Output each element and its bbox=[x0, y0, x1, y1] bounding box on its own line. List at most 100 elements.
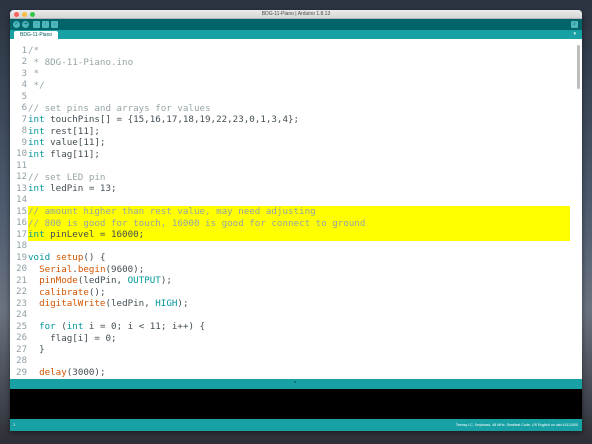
code-lines: 1/* 2 * 8DG-11-Piano.ino 3 * 4 */5 6// set p… bbox=[10, 45, 570, 402]
code-line[interactable]: 2 * 8DG-11-Piano.ino bbox=[10, 57, 570, 69]
line-number: 10 bbox=[16, 149, 27, 160]
code-line[interactable]: 1/* bbox=[10, 45, 570, 57]
code-line[interactable]: 20 Serial.begin(9600); bbox=[10, 264, 570, 276]
arduino-ide-window: BDG-11-Piano | Arduino 1.8.13 ✓ ➔ ▫ ↑ ↓ … bbox=[10, 10, 582, 431]
code-line[interactable]: 14 bbox=[10, 195, 570, 207]
code-text: void setup() { bbox=[28, 252, 106, 264]
title-bar: BDG-11-Piano | Arduino 1.8.13 bbox=[10, 10, 582, 19]
verify-button[interactable]: ✓ bbox=[13, 21, 20, 28]
code-line[interactable]: 13 int ledPin = 13; bbox=[10, 183, 570, 195]
code-line[interactable]: 12// set LED pin bbox=[10, 172, 570, 184]
new-file-icon: ▫ bbox=[35, 21, 38, 27]
code-line[interactable]: 17 int pinLevel = 16000; bbox=[10, 229, 570, 241]
code-text: flag[i] = 0; bbox=[28, 332, 117, 344]
arrow-right-icon: ➔ bbox=[23, 21, 28, 27]
code-text: int touchPins[] = {15,16,17,18,19,22,23,… bbox=[28, 114, 300, 126]
code-line[interactable]: 27 } bbox=[10, 344, 570, 356]
code-text: * 8DG-11-Piano.ino bbox=[28, 56, 134, 68]
tab-bdg-11-piano[interactable]: BDG-11-Piano bbox=[14, 31, 59, 39]
line-number: 8 bbox=[21, 126, 27, 137]
code-text: * bbox=[28, 68, 40, 80]
code-text: /* bbox=[28, 45, 40, 57]
code-line[interactable]: 9 int value[11]; bbox=[10, 137, 570, 149]
code-line[interactable]: 16// 800 is good for touch, 16000 is goo… bbox=[10, 217, 570, 229]
line-number: 17 bbox=[10, 229, 28, 240]
line-number: 20 bbox=[16, 264, 27, 275]
code-line[interactable]: 6// set pins and arrays for values bbox=[10, 103, 570, 115]
arrow-up-icon: ↑ bbox=[44, 21, 47, 27]
line-number: 19 bbox=[16, 252, 27, 263]
code-line[interactable]: 23 digitalWrite(ledPin, HIGH); bbox=[10, 298, 570, 310]
code-line[interactable]: 4 */ bbox=[10, 80, 570, 92]
status-bar: 1 Teensy LC, Keyboard, 48 MHz, Smallest … bbox=[10, 419, 582, 431]
line-number: 24 bbox=[16, 310, 27, 321]
board-info: Teensy LC, Keyboard, 48 MHz, Smallest Co… bbox=[455, 423, 578, 427]
code-line[interactable]: 15// amount higher than rest value, may … bbox=[10, 206, 570, 218]
open-sketch-button[interactable]: ↑ bbox=[42, 21, 49, 28]
code-text: pinMode(ledPin, OUTPUT); bbox=[39, 275, 172, 287]
code-text: int value[11]; bbox=[28, 137, 106, 149]
line-number: 26 bbox=[16, 333, 27, 344]
magnifier-icon: ⌕ bbox=[573, 21, 576, 27]
line-number: 29 bbox=[16, 367, 27, 378]
code-text: for (int i = 0; i < 11; i++) { bbox=[39, 321, 206, 333]
code-text: calibrate(); bbox=[39, 286, 106, 298]
line-number: 7 bbox=[21, 114, 27, 125]
code-line[interactable]: 22 calibrate(); bbox=[10, 287, 570, 299]
tab-bar: BDG-11-Piano ▾ bbox=[10, 30, 582, 39]
line-number: 15 bbox=[10, 206, 28, 217]
serial-monitor-button[interactable]: ⌕ bbox=[571, 21, 578, 28]
line-number: 25 bbox=[16, 321, 27, 332]
code-line[interactable]: 10 int flag[11]; bbox=[10, 149, 570, 161]
code-editor[interactable]: 1/* 2 * 8DG-11-Piano.ino 3 * 4 */5 6// set p… bbox=[10, 39, 582, 401]
line-number: 1 bbox=[21, 45, 27, 56]
line-number: 5 bbox=[21, 91, 27, 102]
code-line[interactable]: 25 for (int i = 0; i < 11; i++) { bbox=[10, 321, 570, 333]
upload-button[interactable]: ➔ bbox=[22, 21, 29, 28]
drag-handle-icon[interactable] bbox=[294, 381, 296, 383]
line-number: 13 bbox=[16, 183, 27, 194]
line-number: 2 bbox=[21, 57, 27, 68]
line-number: 4 bbox=[21, 80, 27, 91]
code-line[interactable]: 18 bbox=[10, 241, 570, 253]
save-sketch-button[interactable]: ↓ bbox=[51, 21, 58, 28]
code-text: // set LED pin bbox=[28, 171, 106, 183]
code-line[interactable]: 29 delay(3000); bbox=[10, 367, 570, 379]
code-line[interactable]: 7 int touchPins[] = {15,16,17,18,19,22,23… bbox=[10, 114, 570, 126]
chevron-down-icon[interactable]: ▾ bbox=[573, 30, 576, 39]
code-line[interactable]: 11 bbox=[10, 160, 570, 172]
arrow-down-icon: ↓ bbox=[53, 21, 56, 27]
new-sketch-button[interactable]: ▫ bbox=[33, 21, 40, 28]
code-line[interactable]: 21 pinMode(ledPin, OUTPUT); bbox=[10, 275, 570, 287]
code-line[interactable]: 3 * bbox=[10, 68, 570, 80]
code-text: // 800 is good for touch, 16000 is good … bbox=[28, 217, 366, 229]
code-line[interactable]: 5 bbox=[10, 91, 570, 103]
line-number: 12 bbox=[16, 172, 27, 183]
line-number: 11 bbox=[16, 160, 27, 171]
code-line[interactable]: 19 void setup() { bbox=[10, 252, 570, 264]
console-divider[interactable] bbox=[10, 379, 582, 389]
code-text: digitalWrite(ledPin, HIGH); bbox=[39, 298, 189, 310]
line-number: 3 bbox=[21, 68, 27, 79]
console-output bbox=[10, 389, 582, 419]
code-text: int rest[11]; bbox=[28, 125, 100, 137]
line-number: 28 bbox=[16, 356, 27, 367]
check-icon: ✓ bbox=[14, 21, 19, 27]
code-line[interactable]: 8 int rest[11]; bbox=[10, 126, 570, 138]
line-number: 21 bbox=[16, 275, 27, 286]
code-text: // amount higher than rest value, may ne… bbox=[28, 206, 316, 218]
code-text: // set pins and arrays for values bbox=[28, 102, 211, 114]
code-text: */ bbox=[28, 79, 45, 91]
line-number: 6 bbox=[21, 103, 27, 114]
code-line[interactable]: 28 bbox=[10, 356, 570, 368]
code-text: } bbox=[28, 344, 45, 356]
line-number: 14 bbox=[16, 195, 27, 206]
line-number: 16 bbox=[10, 218, 28, 229]
code-line[interactable]: 26 flag[i] = 0; bbox=[10, 333, 570, 345]
vertical-scrollbar[interactable] bbox=[577, 45, 580, 89]
window-title: BDG-11-Piano | Arduino 1.8.13 bbox=[261, 11, 331, 17]
line-number: 18 bbox=[16, 241, 27, 252]
code-line[interactable]: 24 bbox=[10, 310, 570, 322]
code-text: int flag[11]; bbox=[28, 148, 100, 160]
code-text: int pinLevel = 16000; bbox=[28, 229, 145, 241]
